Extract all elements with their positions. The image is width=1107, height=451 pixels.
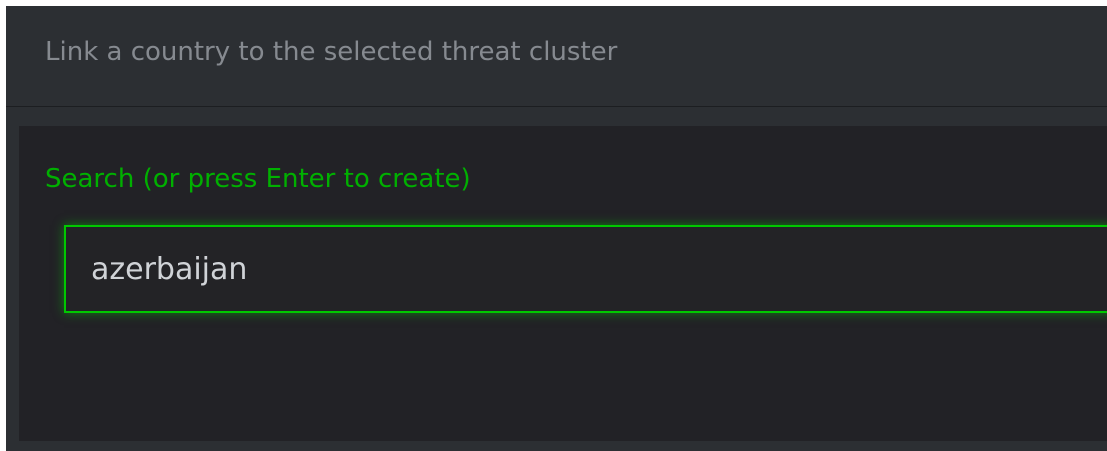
search-label: Search (or press Enter to create) bbox=[45, 164, 471, 194]
search-panel: Search (or press Enter to create) bbox=[19, 126, 1107, 441]
dialog-header: Link a country to the selected threat cl… bbox=[6, 6, 1107, 107]
search-input[interactable] bbox=[64, 225, 1107, 313]
dialog-title: Link a country to the selected threat cl… bbox=[45, 37, 618, 67]
link-country-dialog: Link a country to the selected threat cl… bbox=[6, 6, 1107, 451]
